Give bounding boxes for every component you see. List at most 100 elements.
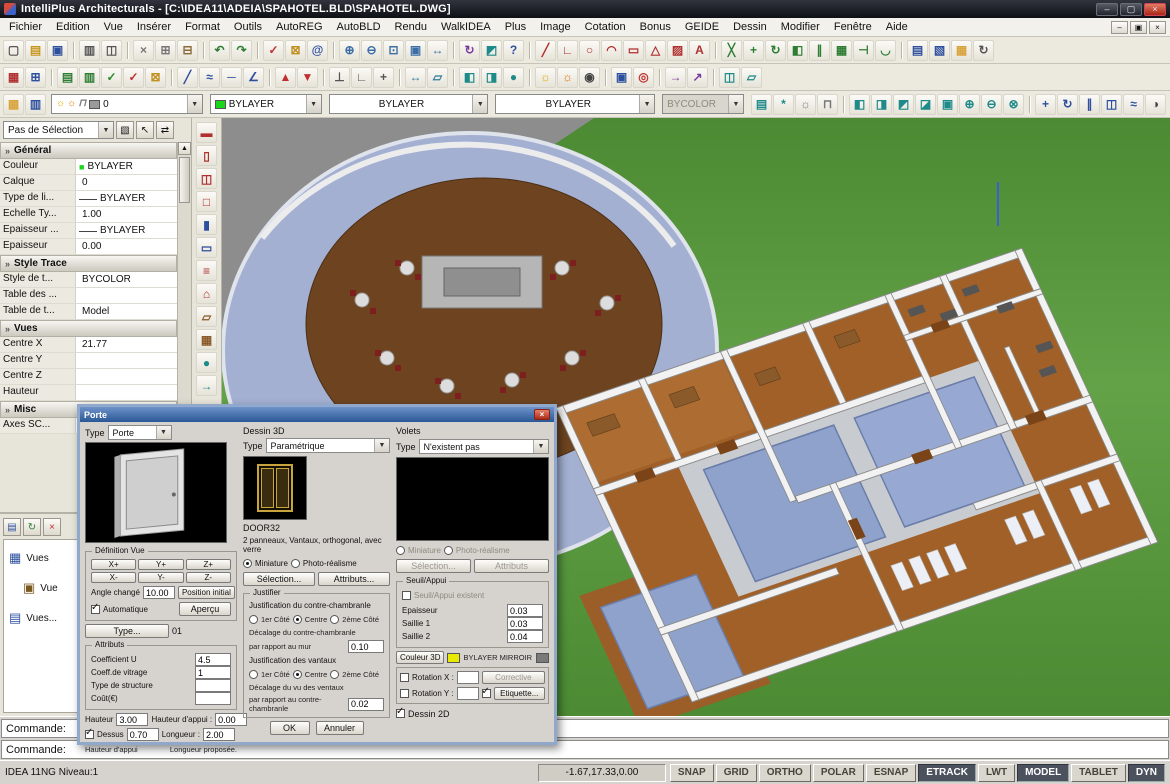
etiquette-button[interactable]: Etiquette... <box>494 687 545 700</box>
linetype-dropdown[interactable]: BYLAYER ▼ <box>329 94 489 114</box>
text-icon[interactable]: A <box>689 40 710 61</box>
attribute-input[interactable] <box>195 679 231 692</box>
chevron-down-icon[interactable]: ▼ <box>187 95 202 113</box>
draw-slab-tool-icon[interactable]: ▱ <box>196 306 217 327</box>
property-value[interactable] <box>76 288 177 303</box>
revolve-icon[interactable]: ◩ <box>893 94 914 115</box>
seuil-existent-checkbox[interactable] <box>402 591 411 600</box>
copy-icon[interactable]: ⊞ <box>155 40 176 61</box>
attribute-input[interactable] <box>195 653 231 666</box>
dessus-input[interactable] <box>127 728 159 741</box>
zoom-in-icon[interactable]: ⊕ <box>339 40 360 61</box>
menu-item[interactable]: Fenêtre <box>827 19 879 35</box>
attribute-input[interactable] <box>195 692 231 705</box>
draw-wall-tool-icon[interactable]: ▬ <box>196 122 217 143</box>
status-toggle[interactable]: ESNAP <box>866 764 916 782</box>
menu-item[interactable]: Plus <box>498 19 533 35</box>
mirror-icon[interactable]: ◧ <box>787 40 808 61</box>
zoom-out-icon[interactable]: ⊖ <box>361 40 382 61</box>
walkthrough-tool-icon[interactable]: → <box>196 375 217 396</box>
draw-opening-tool-icon[interactable]: □ <box>196 191 217 212</box>
door-type-dropdown[interactable]: Porte ▼ <box>108 425 172 440</box>
draw-column-tool-icon[interactable]: ▮ <box>196 214 217 235</box>
status-toggle[interactable]: POLAR <box>813 764 864 782</box>
dessin3d-type-dropdown[interactable]: Paramétrique ▼ <box>266 438 390 453</box>
polygon-icon[interactable]: △ <box>645 40 666 61</box>
section-icon[interactable]: ◫ <box>1101 94 1122 115</box>
draw-window-tool-icon[interactable]: ◫ <box>196 168 217 189</box>
ucs-world-icon[interactable]: ⊥ <box>329 67 350 88</box>
menu-item[interactable]: Image <box>533 19 578 35</box>
child-minimize-button[interactable]: – <box>1111 21 1128 34</box>
minimize-button[interactable]: – <box>1096 3 1118 16</box>
align-3d-icon[interactable]: ∥ <box>1079 94 1100 115</box>
position-initial-button[interactable]: Position initial <box>178 586 235 599</box>
selection-type-dropdown[interactable]: Pas de Sélection ▼ <box>3 121 114 139</box>
print-preview-icon[interactable]: ◫ <box>101 40 122 61</box>
section-header[interactable]: » Vues <box>0 320 177 337</box>
property-value[interactable] <box>76 369 177 384</box>
menu-item[interactable]: Dessin <box>726 19 774 35</box>
property-value[interactable]: BYCOLOR <box>76 272 177 287</box>
angle-input[interactable] <box>143 586 175 599</box>
menu-item[interactable]: Fichier <box>2 19 49 35</box>
draw-stair-tool-icon[interactable]: ≡ <box>196 260 217 281</box>
type-button[interactable]: Type... <box>85 624 169 638</box>
erase-icon[interactable]: ╳ <box>721 40 742 61</box>
ok-button[interactable]: OK <box>270 721 310 735</box>
offset-icon[interactable]: ∥ <box>809 40 830 61</box>
light-icon[interactable]: ☼ <box>535 67 556 88</box>
property-value[interactable]: 21.77 <box>76 337 177 352</box>
color-dropdown[interactable]: BYLAYER ▼ <box>210 94 322 114</box>
make-object-layer-icon[interactable]: ▤ <box>751 94 772 115</box>
menu-item[interactable]: Outils <box>227 19 269 35</box>
property-value[interactable] <box>76 385 177 400</box>
sheet-icon[interactable]: ▤ <box>57 67 78 88</box>
etiquette-checkbox[interactable] <box>482 689 491 698</box>
ruler-icon[interactable]: ─ <box>221 67 242 88</box>
redo-icon[interactable]: ↷ <box>231 40 252 61</box>
layer-manager-icon[interactable]: ▦ <box>3 94 24 115</box>
property-value[interactable]: 0.00 <box>76 239 177 254</box>
chevron-down-icon[interactable]: ▼ <box>98 122 113 138</box>
render-mode-radio[interactable] <box>243 559 252 568</box>
layer-lock-icon[interactable]: ⊓ <box>817 94 838 115</box>
revision-cloud-icon[interactable]: ≈ <box>199 67 220 88</box>
insert-table-icon[interactable]: ⊞ <box>25 67 46 88</box>
walk-mode-icon[interactable]: → <box>665 67 686 88</box>
menu-item[interactable]: GEIDE <box>678 19 726 35</box>
scrollbar-thumb[interactable] <box>179 157 190 203</box>
offset-chambranle-input[interactable] <box>348 640 384 653</box>
attributs-button[interactable]: Attributs... <box>318 572 390 586</box>
chevron-down-icon[interactable]: ▼ <box>374 439 389 452</box>
draw-order-down-icon[interactable]: ▼ <box>297 67 318 88</box>
section-plane-icon[interactable]: ◫ <box>719 67 740 88</box>
camera-icon[interactable]: ◉ <box>579 67 600 88</box>
trim-icon[interactable]: ⊣ <box>853 40 874 61</box>
section-header[interactable]: » Style Trace <box>0 255 177 272</box>
seuil-input[interactable] <box>507 604 543 617</box>
dessin-2d-checkbox[interactable] <box>396 709 405 718</box>
axis-rotate-button[interactable]: Z- <box>186 572 231 583</box>
lineweight-dropdown[interactable]: BYLAYER ▼ <box>495 94 655 114</box>
snap-grid-icon[interactable]: ▦ <box>3 67 24 88</box>
cut-icon[interactable]: × <box>133 40 154 61</box>
axis-rotate-button[interactable]: Z+ <box>186 559 231 570</box>
menu-item[interactable]: Insérer <box>130 19 178 35</box>
pan-icon[interactable]: ↔ <box>427 40 448 61</box>
menu-item[interactable]: Format <box>178 19 227 35</box>
corrective-button[interactable]: Corrective <box>482 671 545 684</box>
property-value[interactable]: —— BYLAYER <box>76 223 177 238</box>
cylinder-3d-icon[interactable]: ◨ <box>481 67 502 88</box>
draw-roof-tool-icon[interactable]: ⌂ <box>196 283 217 304</box>
volets-type-dropdown[interactable]: N'existent pas ▼ <box>419 439 549 454</box>
axis-rotate-button[interactable]: X- <box>91 572 136 583</box>
print-icon[interactable]: ▥ <box>79 40 100 61</box>
union-icon[interactable]: ⊕ <box>959 94 980 115</box>
new-file-icon[interactable]: ▢ <box>3 40 24 61</box>
menu-item[interactable]: Modifier <box>774 19 827 35</box>
select-objects-button[interactable]: ↖ <box>136 121 154 139</box>
paste-icon[interactable]: ⊟ <box>177 40 198 61</box>
check-standard-icon[interactable]: ✓ <box>101 67 122 88</box>
toggle-value-button[interactable]: ⇄ <box>156 121 174 139</box>
